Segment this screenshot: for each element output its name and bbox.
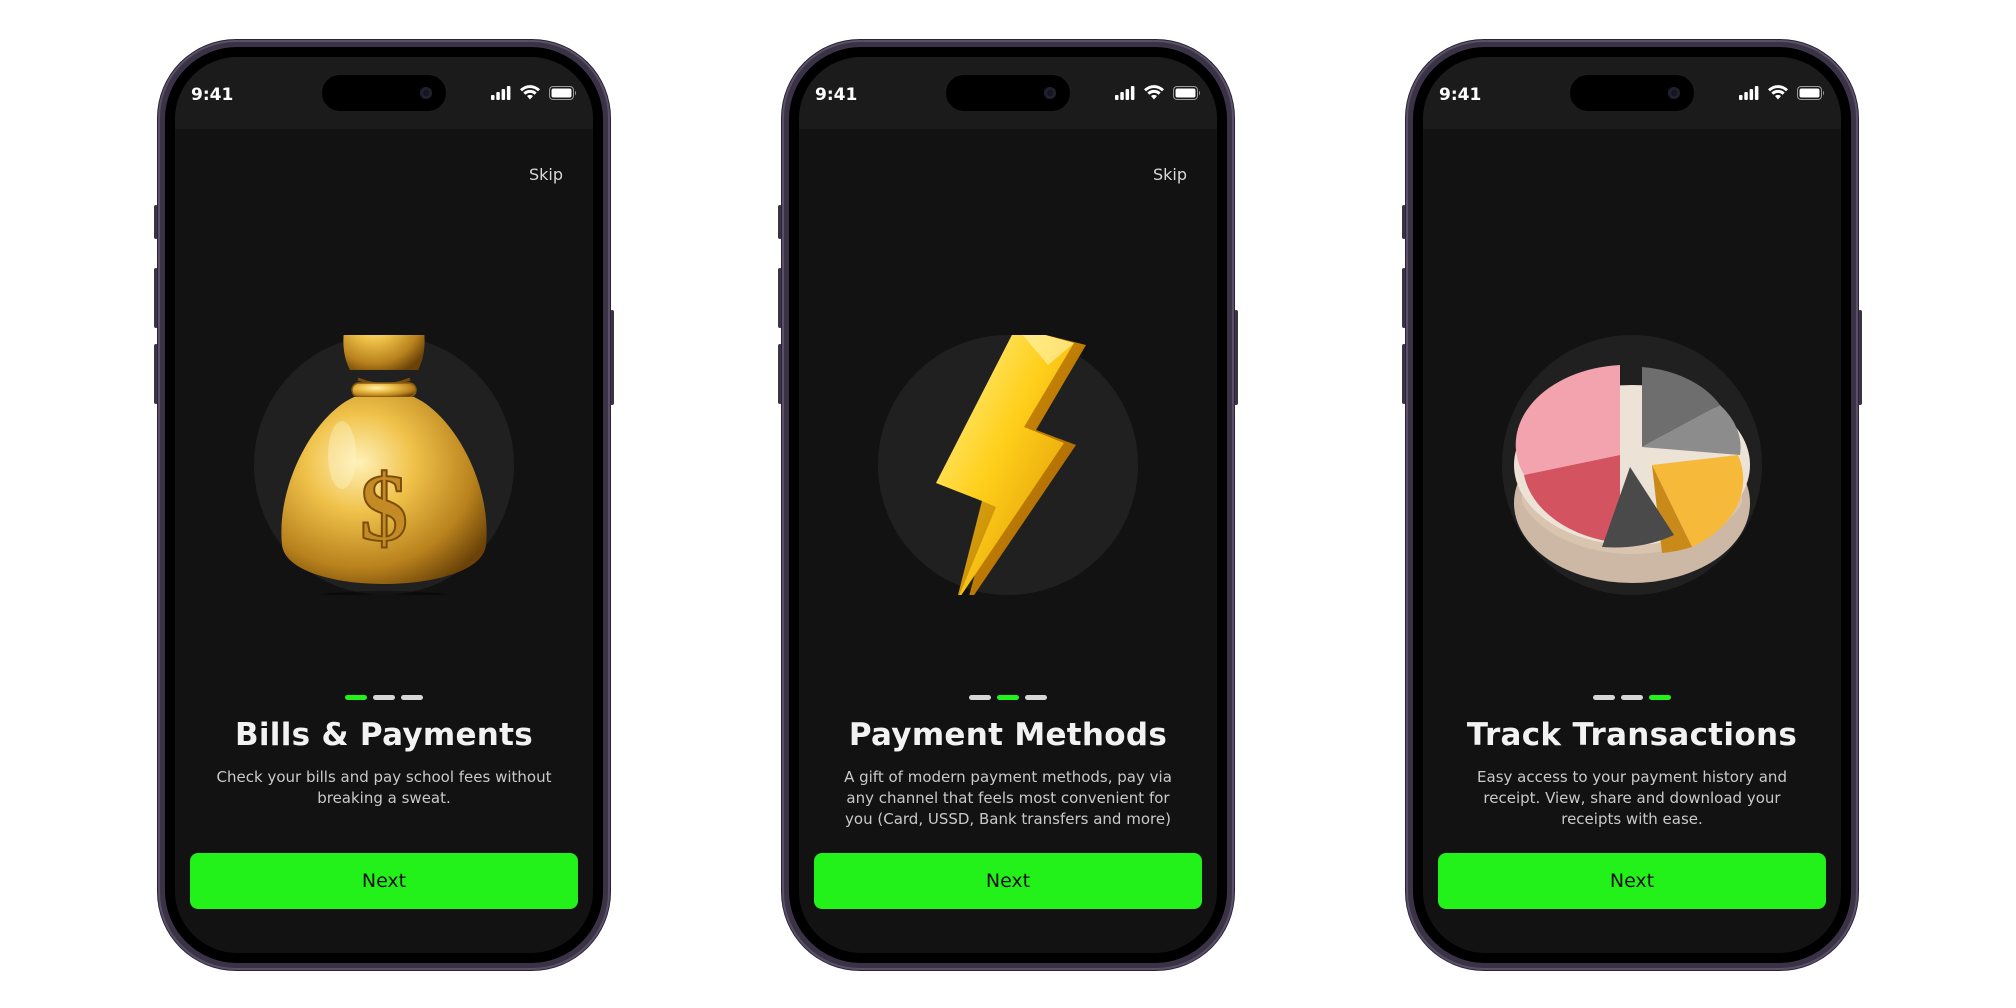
illustration-circle (878, 335, 1138, 595)
next-button[interactable]: Next (190, 853, 578, 909)
page-dot (969, 695, 991, 700)
onboarding-description: Check your bills and pay school fees wit… (216, 768, 552, 807)
wifi-icon (1144, 85, 1164, 100)
skip-button[interactable]: Skip (1153, 165, 1187, 184)
svg-text:$: $ (360, 454, 408, 561)
dynamic-island (1570, 75, 1694, 111)
phone-frame: 9:41 Skip $ Bills & Payments Check your … (154, 40, 614, 970)
wifi-icon (1768, 85, 1788, 100)
battery-icon (1797, 86, 1825, 100)
onboarding-title: Bills & Payments (234, 717, 534, 753)
page-dot (997, 695, 1019, 700)
next-button[interactable]: Next (1438, 853, 1826, 909)
onboarding-description: A gift of modern payment methods, pay vi… (844, 768, 1172, 828)
illustration-circle: $ (254, 335, 514, 595)
onboarding-screen: 9:41 Skip $ Bills & Payments Check your … (175, 57, 593, 953)
phone-frame: 9:41 Track Transactions Easy access to y… (1402, 40, 1862, 970)
camera-icon (1668, 87, 1680, 99)
onboarding-screen: 9:41 Track Transactions Easy access to y… (1423, 57, 1841, 953)
onboarding-title: Payment Methods (848, 717, 1168, 753)
camera-icon (1044, 87, 1056, 99)
skip-button[interactable]: Skip (529, 165, 563, 184)
battery-icon (1173, 86, 1201, 100)
status-time: 9:41 (1439, 85, 1482, 105)
page-indicator (799, 695, 1217, 700)
next-button[interactable]: Next (814, 853, 1202, 909)
page-dot (401, 695, 423, 700)
onboarding-screen: 9:41 Skip Payment Methods A gift of mode… (799, 57, 1217, 953)
page-dot (345, 695, 367, 700)
page-dot (1621, 695, 1643, 700)
onboarding-description: Easy access to your payment history and … (1477, 768, 1787, 828)
status-time: 9:41 (191, 85, 234, 105)
wifi-icon (520, 85, 540, 100)
illustration-circle (1502, 335, 1762, 595)
page-dot (1025, 695, 1047, 700)
signal-icon (1115, 86, 1135, 100)
status-time: 9:41 (815, 85, 858, 105)
phone-frame: 9:41 Skip Payment Methods A gift of mode… (778, 40, 1238, 970)
dynamic-island (946, 75, 1070, 111)
onboarding-title: Track Transactions (1466, 717, 1798, 753)
page-indicator (175, 695, 593, 700)
page-dot (1649, 695, 1671, 700)
page-dot (373, 695, 395, 700)
page-dot (1593, 695, 1615, 700)
signal-icon (491, 86, 511, 100)
status-bar: 9:41 (175, 57, 593, 129)
money-bag-icon: $ (281, 335, 487, 595)
status-bar: 9:41 (1423, 57, 1841, 129)
signal-icon (1739, 86, 1759, 100)
camera-icon (420, 87, 432, 99)
dynamic-island (322, 75, 446, 111)
status-bar: 9:41 (799, 57, 1217, 129)
battery-icon (549, 86, 577, 100)
lightning-bolt-icon (936, 335, 1086, 595)
page-indicator (1423, 695, 1841, 700)
pie-chart-icon (1514, 365, 1750, 583)
